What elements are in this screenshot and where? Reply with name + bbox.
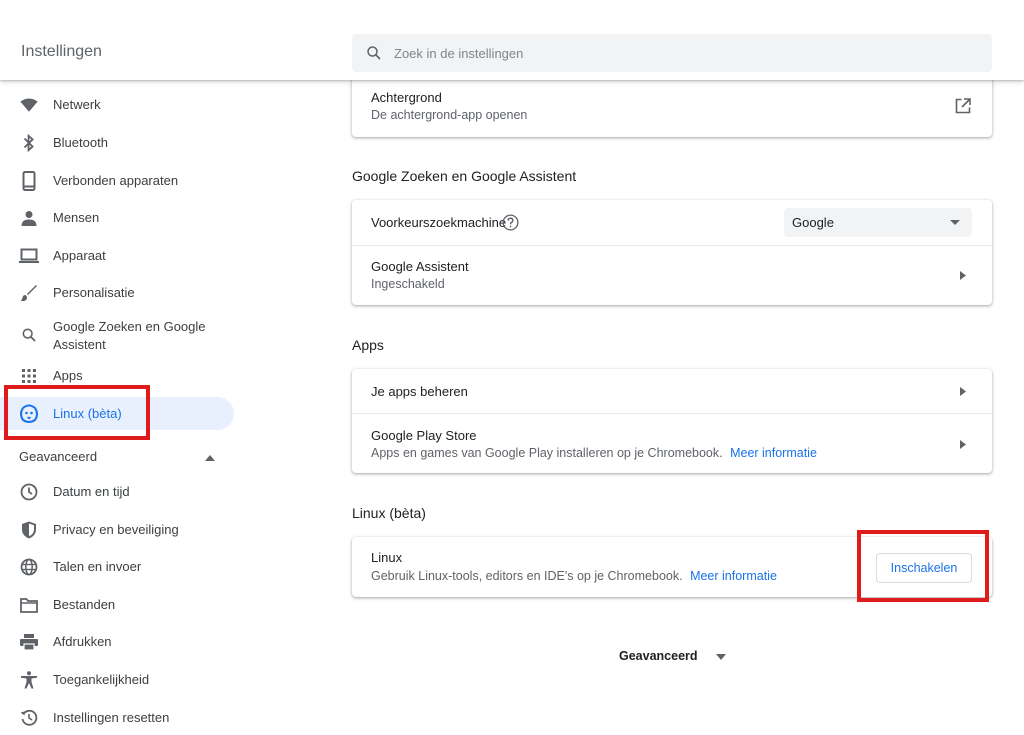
linux-description: Gebruik Linux-tools, editors en IDE's op… <box>371 569 777 583</box>
sidebar-item-device[interactable]: Apparaat <box>0 243 234 269</box>
sidebar-item-label: Datum en tijd <box>53 484 130 499</box>
google-assistant-status: Ingeschakeld <box>371 277 445 291</box>
sidebar-item-label: Netwerk <box>53 97 101 112</box>
wallpaper-card: Achtergrond De achtergrond-app openen <box>352 70 992 137</box>
apps-card: Je apps beheren Google Play Store Apps e… <box>352 369 992 473</box>
sidebar-item-label: Apps <box>53 368 83 383</box>
sidebar-item-label: Apparaat <box>53 248 106 263</box>
search-engine-label: Voorkeurszoekmachine <box>371 215 507 230</box>
linux-penguin-icon <box>19 404 39 424</box>
sidebar-item-apps[interactable]: Apps <box>0 363 234 389</box>
chevron-right-icon <box>958 439 968 449</box>
open-in-new-icon[interactable] <box>955 98 971 119</box>
clock-icon <box>19 482 39 502</box>
sidebar-item-linux[interactable]: Linux (bèta) <box>0 397 234 430</box>
sidebar-advanced-label: Geavanceerd <box>19 448 98 464</box>
wifi-icon <box>19 95 39 115</box>
linux-title: Linux <box>371 550 403 565</box>
sidebar-item-people[interactable]: Mensen <box>0 205 234 231</box>
section-title-apps: Apps <box>352 337 384 353</box>
google-play-description: Apps en games van Google Play installere… <box>371 446 817 460</box>
sidebar-item-label: Toegankelijkheid <box>53 672 150 687</box>
sidebar-item-label: Bestanden <box>53 597 116 612</box>
google-assistant-title: Google Assistent <box>371 259 469 274</box>
search-box[interactable] <box>352 34 992 72</box>
bluetooth-icon <box>19 133 39 153</box>
sidebar-item-printing[interactable]: Afdrukken <box>0 629 234 655</box>
google-play-learn-more-link[interactable]: Meer informatie <box>730 446 817 460</box>
sidebar-item-label: Personalisatie <box>53 285 135 300</box>
wallpaper-row[interactable]: Achtergrond De achtergrond-app openen <box>352 70 992 137</box>
chevron-up-icon <box>205 449 215 464</box>
sidebar-item-label: Bluetooth <box>53 135 108 150</box>
chevron-down-icon <box>715 649 726 663</box>
wallpaper-subtitle: De achtergrond-app openen <box>371 108 528 122</box>
sidebar-item-label: Instellingen resetten <box>53 710 170 725</box>
chevron-right-icon <box>958 386 968 396</box>
folder-icon <box>19 595 39 615</box>
search-icon <box>19 325 39 345</box>
manage-apps-row[interactable]: Je apps beheren <box>352 369 992 413</box>
sidebar-item-bluetooth[interactable]: Bluetooth <box>0 130 234 156</box>
search-assistant-card: Voorkeurszoekmachine Google Google Assis… <box>352 200 992 305</box>
printer-icon <box>19 632 39 652</box>
enable-linux-button[interactable]: Inschakelen <box>876 553 972 583</box>
google-assistant-row[interactable]: Google Assistent Ingeschakeld <box>352 246 992 305</box>
sidebar-item-google-search-assistant[interactable]: Google Zoeken en Google Assistent <box>0 316 234 354</box>
section-title-linux: Linux (bèta) <box>352 505 426 521</box>
google-play-title: Google Play Store <box>371 428 477 443</box>
search-engine-value: Google <box>792 215 834 230</box>
section-title-search: Google Zoeken en Google Assistent <box>352 168 577 184</box>
phone-icon <box>19 171 39 191</box>
apps-grid-icon <box>19 366 39 386</box>
sidebar-item-label: Mensen <box>53 210 100 225</box>
google-play-row[interactable]: Google Play Store Apps en games van Goog… <box>352 414 992 473</box>
wallpaper-title: Achtergrond <box>371 90 442 105</box>
sidebar-item-accessibility[interactable]: Toegankelijkheid <box>0 667 234 693</box>
sidebar-item-label: Verbonden apparaten <box>53 173 179 188</box>
chevron-right-icon <box>958 270 968 280</box>
google-play-description-text: Apps en games van Google Play installere… <box>371 446 723 460</box>
sidebar-item-label: Talen en invoer <box>53 559 142 574</box>
advanced-footer-label: Geavanceerd <box>619 649 698 663</box>
manage-apps-label: Je apps beheren <box>371 384 468 399</box>
chevron-down-icon <box>950 220 960 225</box>
sidebar-item-label: Privacy en beveiliging <box>53 522 179 537</box>
search-icon[interactable] <box>364 43 384 63</box>
brush-icon <box>19 283 39 303</box>
app-title: Instellingen <box>21 43 102 60</box>
globe-icon <box>19 557 39 577</box>
search-engine-row: Voorkeurszoekmachine Google <box>352 200 992 245</box>
history-icon <box>19 708 39 728</box>
shield-icon <box>19 520 39 540</box>
sidebar-item-network[interactable]: Netwerk <box>0 92 234 118</box>
sidebar-item-privacy-security[interactable]: Privacy en beveiliging <box>0 517 234 543</box>
linux-learn-more-link[interactable]: Meer informatie <box>690 569 777 583</box>
sidebar-item-connected-devices[interactable]: Verbonden apparaten <box>0 168 234 194</box>
laptop-icon <box>19 246 39 266</box>
person-icon <box>19 208 39 228</box>
sidebar-item-label: Afdrukken <box>53 634 112 649</box>
search-engine-select[interactable]: Google <box>784 208 972 237</box>
search-input[interactable] <box>394 45 954 61</box>
sidebar-item-reset-settings[interactable]: Instellingen resetten <box>0 705 234 731</box>
linux-card: Linux Gebruik Linux-tools, editors en ID… <box>352 537 992 597</box>
help-icon[interactable] <box>502 214 519 236</box>
sidebar-item-date-time[interactable]: Datum en tijd <box>0 479 234 505</box>
sidebar-item-label: Google Zoeken en Google <box>53 319 206 334</box>
sidebar-advanced-toggle[interactable]: Geavanceerd <box>19 446 219 466</box>
sidebar-item-languages-input[interactable]: Talen en invoer <box>0 554 234 580</box>
sidebar-item-label: Linux (bèta) <box>53 405 122 421</box>
accessibility-icon <box>19 670 39 690</box>
sidebar-item-files[interactable]: Bestanden <box>0 592 234 618</box>
sidebar: Netwerk Bluetooth Verbonden apparaten Me… <box>0 80 250 735</box>
sidebar-item-personalization[interactable]: Personalisatie <box>0 280 234 306</box>
linux-description-text: Gebruik Linux-tools, editors en IDE's op… <box>371 569 683 583</box>
sidebar-item-label-line2: Assistent <box>53 337 106 352</box>
linux-row: Linux Gebruik Linux-tools, editors en ID… <box>352 537 992 597</box>
top-bar: Instellingen <box>0 0 1024 80</box>
advanced-footer-toggle[interactable]: Geavanceerd <box>619 649 726 663</box>
